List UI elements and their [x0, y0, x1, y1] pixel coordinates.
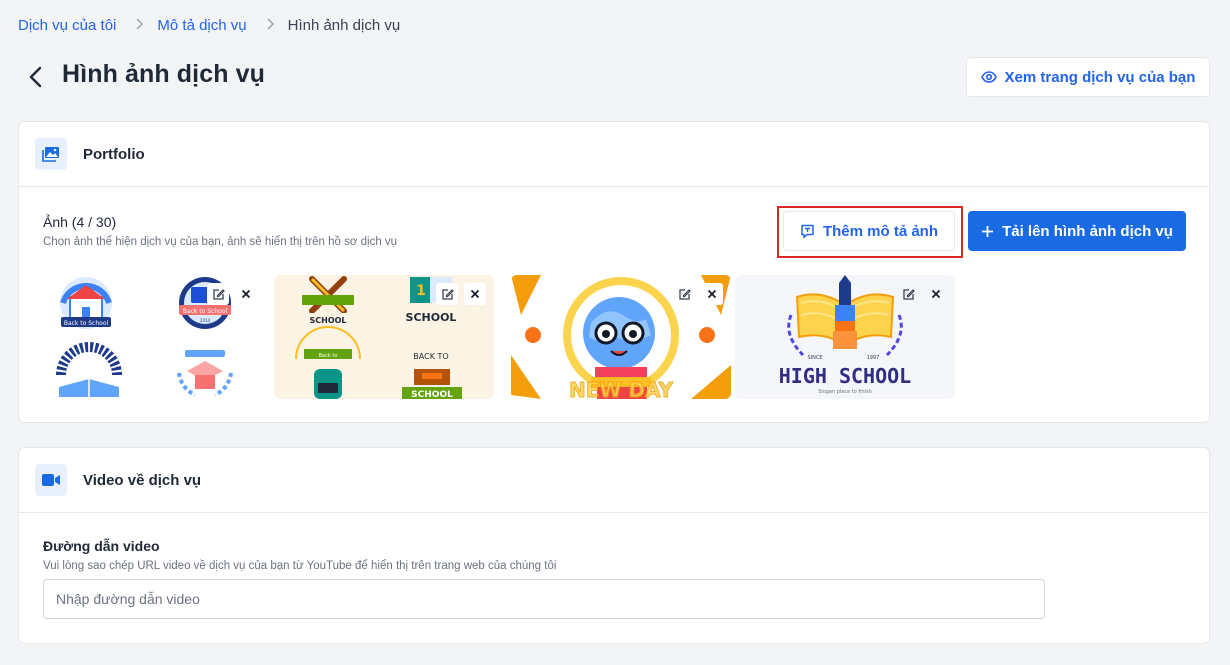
svg-text:Back to School: Back to School [183, 308, 228, 315]
svg-text:Slogan place to finish: Slogan place to finish [818, 389, 872, 395]
edit-icon [441, 288, 454, 300]
breadcrumb-current: Hình ảnh dịch vụ [287, 16, 401, 34]
svg-text:HIGH SCHOOL: HIGH SCHOOL [779, 364, 911, 388]
edit-image-button[interactable] [207, 283, 229, 305]
high-school-logo-illustration: SINCE 1997 HIGH SCHOOL Slogan place to f… [779, 275, 911, 395]
svg-text:NEW DAY: NEW DAY [569, 378, 674, 399]
images-count-label: Ảnh (4 / 30) [43, 214, 117, 230]
upload-service-images-label: Tải lên hình ảnh dịch vụ [1002, 222, 1173, 240]
portfolio-header: Portfolio [19, 122, 1209, 187]
images-hint: Chọn ảnh thể hiện dịch vụ của bạn, ảnh s… [43, 236, 398, 248]
svg-text:1: 1 [416, 283, 426, 299]
svg-text:Back to: Back to [319, 353, 338, 359]
remove-image-button[interactable] [701, 283, 723, 305]
remove-image-button[interactable] [464, 283, 486, 305]
svg-text:BACK TO: BACK TO [413, 352, 448, 361]
add-image-description-label: Thêm mô tả ảnh [822, 222, 938, 240]
breadcrumb: Dịch vụ của tôi Mô tả dịch vụ Hình ảnh d… [18, 15, 400, 35]
breadcrumb-my-services[interactable]: Dịch vụ của tôi [18, 17, 116, 34]
svg-text:SINCE: SINCE [807, 355, 822, 361]
close-icon [931, 289, 941, 299]
portfolio-thumbnail[interactable]: SCHOOL 1 SCHOOL Back to BACK TO SCHOOL [274, 275, 494, 399]
video-title: Video về dịch vụ [83, 471, 202, 489]
edit-icon [212, 288, 225, 300]
portfolio-thumbnail[interactable]: Back to School Back to School 2014 [45, 275, 265, 399]
svg-text:Back to School: Back to School [64, 320, 109, 327]
chevron-left-icon [29, 66, 42, 88]
video-camera-icon [35, 464, 67, 496]
chevron-right-icon [135, 17, 144, 33]
close-icon [707, 289, 717, 299]
svg-text:SCHOOL: SCHOOL [406, 311, 457, 324]
page-title: Hình ảnh dịch vụ [62, 60, 265, 88]
close-icon [241, 289, 251, 299]
view-service-page-label: Xem trang dịch vụ của bạn [1004, 68, 1196, 86]
back-button[interactable] [24, 64, 46, 90]
remove-image-button[interactable] [235, 283, 257, 305]
school-badge-illustration: Back to School Back to School 2014 [56, 277, 233, 399]
edit-image-button[interactable] [436, 283, 458, 305]
add-image-description-button[interactable]: Thêm mô tả ảnh [783, 211, 955, 251]
plus-icon [982, 225, 994, 237]
edit-image-button[interactable] [897, 283, 919, 305]
breadcrumb-service-description[interactable]: Mô tả dịch vụ [157, 17, 246, 34]
portfolio-title: Portfolio [83, 145, 145, 163]
svg-text:2014: 2014 [200, 318, 211, 323]
portfolio-card: Portfolio Ảnh (4 / 30) Chọn ảnh thể hiện… [18, 121, 1210, 423]
video-url-input[interactable] [43, 579, 1045, 619]
svg-text:1997: 1997 [867, 355, 880, 361]
video-url-hint: Vui lòng sao chép URL video về dịch vụ c… [43, 560, 557, 572]
remove-image-button[interactable] [925, 283, 947, 305]
svg-text:SCHOOL: SCHOOL [411, 390, 453, 399]
comment-text-icon [801, 224, 814, 238]
chevron-right-icon [266, 17, 274, 33]
edit-image-button[interactable] [673, 283, 695, 305]
close-icon [470, 289, 480, 299]
image-gallery-icon [35, 138, 67, 170]
view-service-page-button[interactable]: Xem trang dịch vụ của bạn [966, 57, 1210, 97]
eye-icon [980, 71, 997, 83]
upload-service-images-button[interactable]: Tải lên hình ảnh dịch vụ [968, 211, 1186, 251]
video-header: Video về dịch vụ [19, 448, 1209, 513]
edit-icon [902, 288, 915, 300]
video-card: Video về dịch vụ Đường dẫn video Vui lòn… [18, 447, 1210, 644]
portfolio-thumbnail[interactable]: SINCE 1997 HIGH SCHOOL Slogan place to f… [735, 275, 955, 399]
edit-icon [678, 288, 691, 300]
portfolio-thumbnail[interactable]: NEW DAY [511, 275, 731, 399]
video-url-label: Đường dẫn video [43, 538, 160, 554]
svg-text:SCHOOL: SCHOOL [309, 316, 346, 325]
